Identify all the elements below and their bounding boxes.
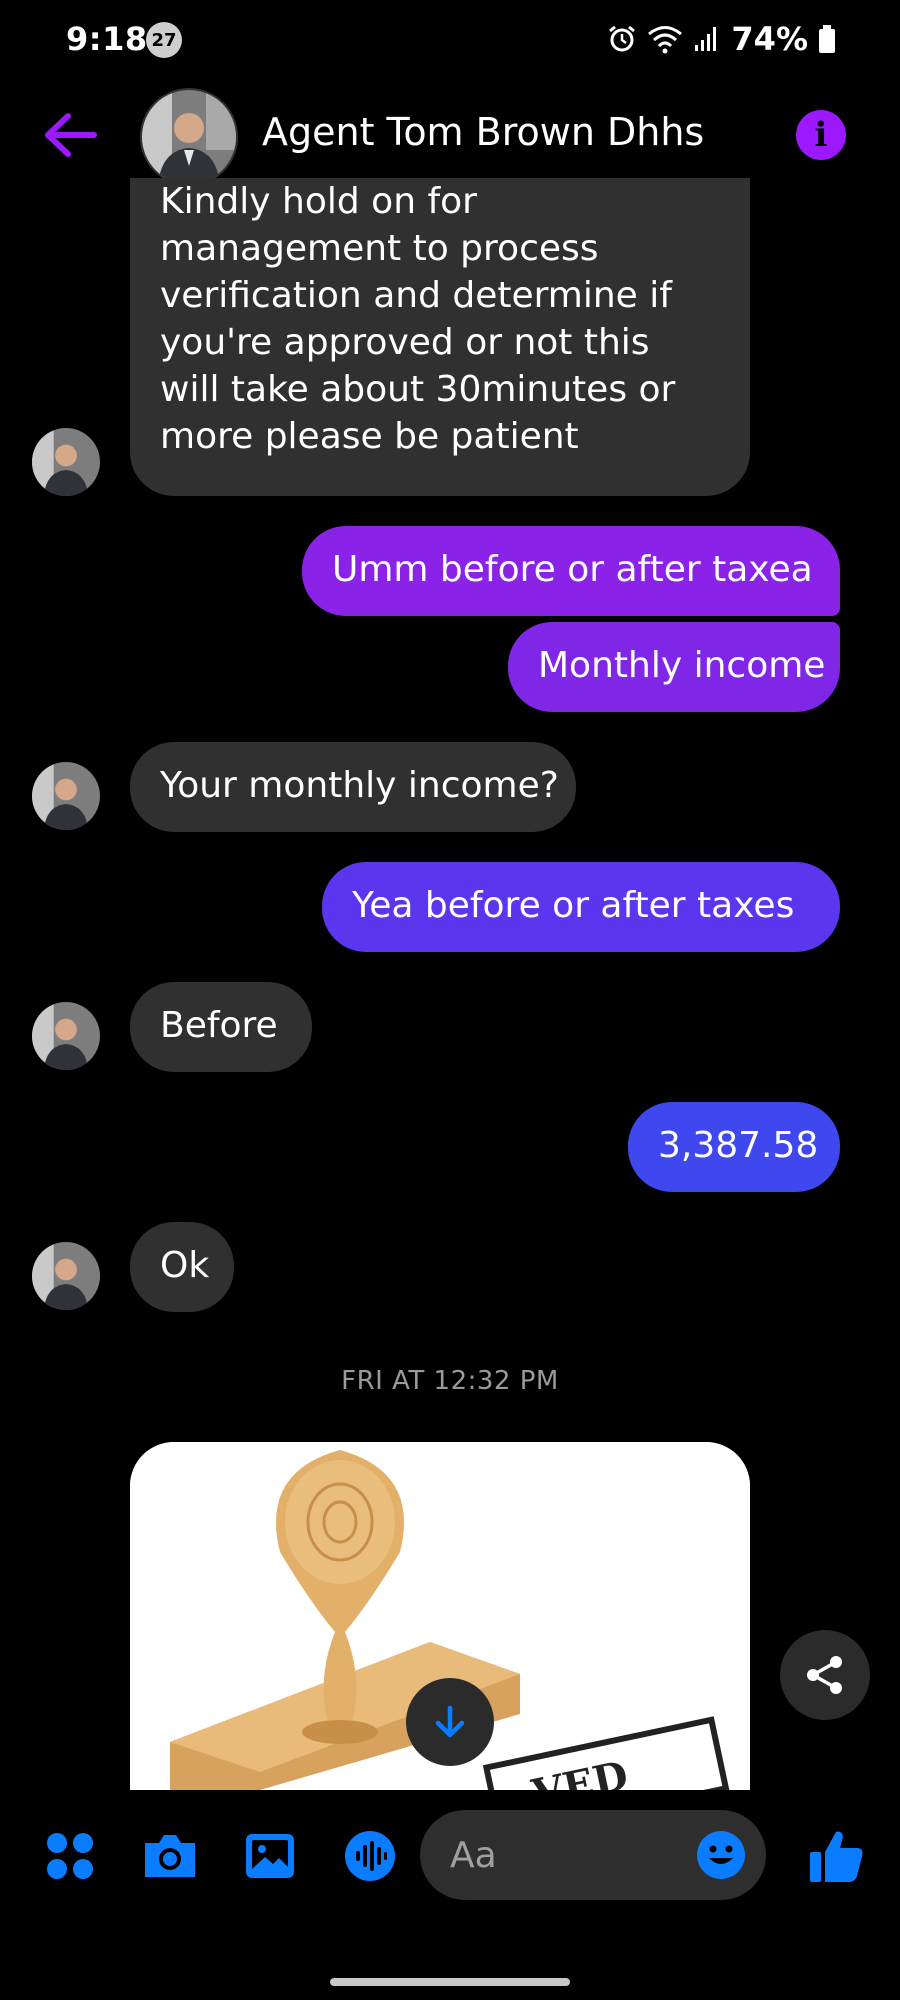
person-photo-icon	[32, 762, 100, 830]
contact-avatar-small[interactable]	[32, 1242, 100, 1310]
message-text: Monthly income	[538, 645, 826, 686]
contact-name[interactable]: Agent Tom Brown Dhhs	[262, 110, 704, 154]
contact-avatar-small[interactable]	[32, 1002, 100, 1070]
back-button[interactable]	[42, 110, 98, 160]
message-input[interactable]	[448, 1828, 682, 1882]
person-photo-icon	[32, 1242, 100, 1310]
message-bubble-incoming[interactable]: Ok	[130, 1222, 234, 1312]
message-text: Before	[160, 1005, 278, 1046]
message-bubble-outgoing[interactable]: Monthly income	[508, 622, 840, 712]
notification-count-badge: 27	[146, 22, 182, 58]
person-photo-icon	[142, 90, 236, 184]
share-button[interactable]	[780, 1630, 870, 1720]
message-text: Yea before or after taxes	[352, 885, 795, 926]
emoji-button[interactable]	[696, 1830, 746, 1880]
message-bubble-incoming[interactable]: Before	[130, 982, 312, 1072]
message-text: Umm before or after taxea	[332, 549, 813, 590]
signal-icon	[695, 27, 717, 51]
contact-avatar[interactable]	[140, 88, 238, 186]
thumbs-up-icon	[810, 1831, 863, 1882]
info-button[interactable]: i	[796, 110, 846, 160]
battery-level: 74%	[731, 20, 808, 58]
apps-button[interactable]	[40, 1828, 100, 1884]
voice-message-button[interactable]	[340, 1828, 400, 1884]
apps-grid-icon	[47, 1833, 93, 1879]
message-timestamp: FRI AT 12:32 PM	[341, 1366, 559, 1396]
message-bubble-outgoing[interactable]: Umm before or after taxea	[302, 526, 840, 616]
message-input-container[interactable]	[420, 1810, 766, 1900]
arrow-left-icon	[45, 113, 97, 157]
emoji-icon	[697, 1831, 745, 1879]
person-photo-icon	[32, 428, 100, 496]
info-icon: i	[814, 115, 828, 155]
camera-button[interactable]	[140, 1828, 200, 1884]
wifi-icon	[648, 26, 683, 54]
message-bubble-outgoing[interactable]: 3,387.58	[628, 1102, 840, 1192]
microphone-waveform-icon	[345, 1831, 395, 1881]
message-text: 3,387.58	[658, 1125, 819, 1166]
message-text: Your monthly income?	[160, 765, 559, 806]
contact-avatar-small[interactable]	[32, 428, 100, 496]
contact-avatar-small[interactable]	[32, 762, 100, 830]
home-indicator[interactable]	[330, 1978, 570, 1986]
share-icon	[807, 1656, 842, 1694]
like-button[interactable]	[806, 1826, 866, 1886]
message-text: Kindly hold on for management to process…	[160, 181, 676, 457]
camera-icon	[145, 1835, 195, 1877]
message-bubble-outgoing[interactable]: Yea before or after taxes	[322, 862, 840, 952]
status-time: 9:18	[66, 20, 148, 58]
message-bubble-incoming[interactable]: Kindly hold on for management to process…	[130, 178, 750, 496]
person-photo-icon	[32, 1002, 100, 1070]
message-text: Ok	[160, 1245, 210, 1286]
scroll-to-bottom-button[interactable]	[406, 1678, 494, 1766]
status-icons: 74%	[607, 20, 836, 58]
arrow-down-icon	[435, 1705, 465, 1738]
alarm-icon	[609, 25, 636, 52]
battery-icon	[819, 25, 835, 53]
message-bubble-incoming[interactable]: Your monthly income?	[130, 742, 576, 832]
image-icon	[246, 1834, 294, 1878]
gallery-button[interactable]	[240, 1828, 300, 1884]
